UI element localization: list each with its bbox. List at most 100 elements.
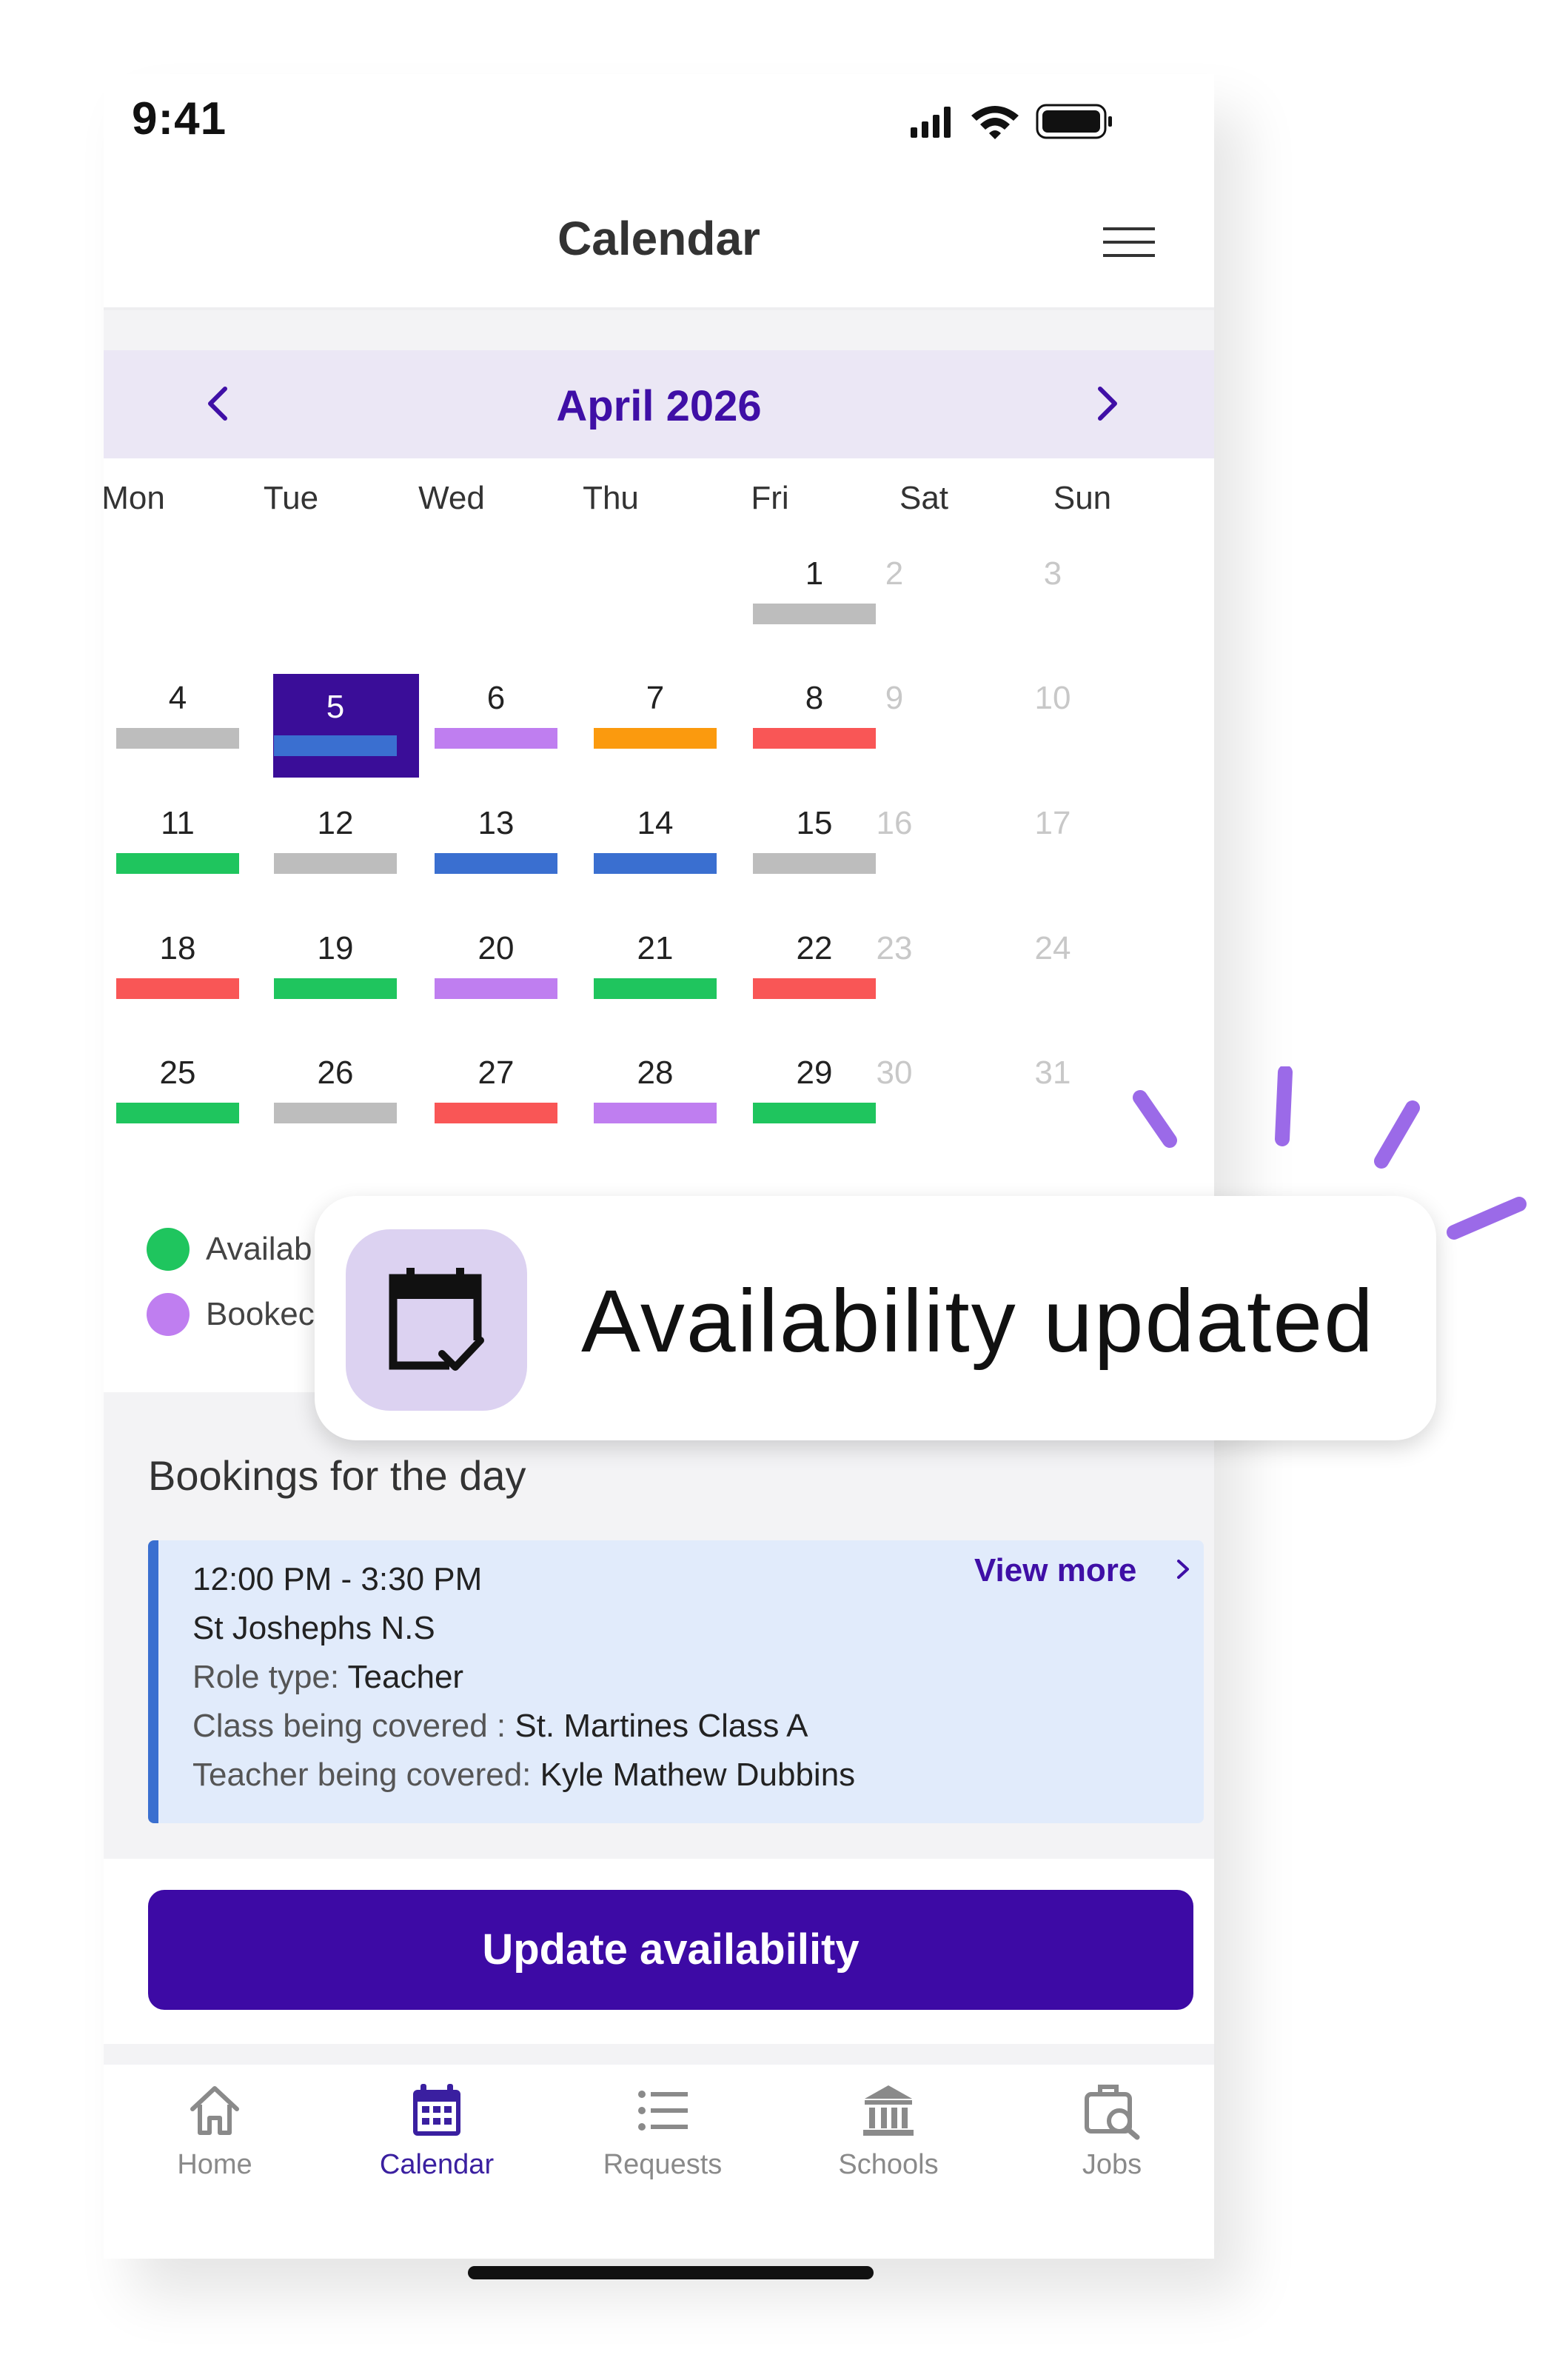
day-status-bar bbox=[274, 978, 397, 999]
booking-time: 12:00 PM - 3:30 PM bbox=[192, 1561, 483, 1597]
day-status-bar bbox=[435, 978, 557, 999]
class-value: St. Martines Class A bbox=[515, 1708, 808, 1744]
teacher-value: Kyle Mathew Dubbins bbox=[540, 1757, 856, 1793]
tab-calendar[interactable]: Calendar bbox=[341, 2081, 533, 2181]
tab-requests[interactable]: Requests bbox=[566, 2081, 759, 2181]
day-9[interactable]: 9 bbox=[820, 680, 968, 717]
calendar-icon bbox=[413, 2084, 460, 2136]
app-header: Calendar bbox=[104, 178, 1214, 307]
battery-icon bbox=[1036, 104, 1112, 139]
tab-calendar-label: Calendar bbox=[379, 2149, 495, 2180]
school-icon bbox=[863, 2085, 914, 2136]
update-availability-button[interactable]: Update availability bbox=[148, 1890, 1193, 2010]
day-status-bar bbox=[116, 1103, 239, 1123]
month-label: April 2026 bbox=[556, 382, 762, 430]
day-4[interactable]: 4 bbox=[104, 680, 252, 717]
day-20[interactable]: 20 bbox=[422, 930, 570, 967]
day-30[interactable]: 30 bbox=[820, 1055, 968, 1092]
day-23[interactable]: 23 bbox=[820, 930, 968, 967]
day-28[interactable]: 28 bbox=[581, 1055, 729, 1092]
signal-icon bbox=[911, 107, 951, 138]
weekday-header-sat: Sat bbox=[899, 480, 949, 516]
tab-jobs[interactable]: Jobs bbox=[1016, 2081, 1208, 2181]
day-status-bar bbox=[753, 978, 876, 999]
role-label: Role type: bbox=[192, 1659, 340, 1695]
day-24[interactable]: 24 bbox=[979, 930, 1127, 967]
day-status-bar bbox=[594, 1103, 717, 1123]
day-status-bar bbox=[594, 978, 717, 999]
booking-teacher: Teacher being covered: Kyle Mathew Dubbi… bbox=[192, 1757, 855, 1794]
page-title: Calendar bbox=[557, 212, 760, 265]
legend-label: Bookec bbox=[206, 1296, 315, 1332]
day-19[interactable]: 19 bbox=[261, 930, 409, 967]
day-21[interactable]: 21 bbox=[581, 930, 729, 967]
day-status-bar bbox=[594, 853, 717, 874]
toast-icon-container bbox=[346, 1229, 527, 1411]
day-12[interactable]: 12 bbox=[261, 805, 409, 842]
day-7[interactable]: 7 bbox=[581, 680, 729, 717]
day-status-bar bbox=[116, 978, 239, 999]
teacher-label: Teacher being covered: bbox=[192, 1757, 532, 1793]
day-2[interactable]: 2 bbox=[820, 555, 968, 592]
booking-role: Role type: Teacher bbox=[192, 1659, 463, 1696]
view-more-link[interactable]: View more bbox=[974, 1552, 1136, 1589]
wifi-icon bbox=[971, 106, 1019, 139]
tab-schools[interactable]: Schools bbox=[792, 2081, 985, 2181]
legend-dot bbox=[147, 1228, 190, 1271]
role-value: Teacher bbox=[347, 1659, 464, 1695]
day-status-bar bbox=[594, 728, 717, 749]
day-status-bar bbox=[753, 853, 876, 874]
tab-requests-label: Requests bbox=[603, 2149, 723, 2180]
day-status-bar bbox=[753, 1103, 876, 1123]
day-6[interactable]: 6 bbox=[422, 680, 570, 717]
jobs-icon bbox=[1085, 2085, 1140, 2140]
weekday-header-wed: Wed bbox=[418, 480, 485, 516]
day-status-bar bbox=[753, 728, 876, 749]
day-18[interactable]: 18 bbox=[104, 930, 252, 967]
weekday-header-mon: Mon bbox=[101, 480, 165, 516]
header-divider bbox=[104, 307, 1214, 353]
home-indicator bbox=[468, 2266, 874, 2279]
tab-home[interactable]: Home bbox=[118, 2081, 311, 2181]
month-navigator: April 2026 bbox=[104, 350, 1214, 458]
day-13[interactable]: 13 bbox=[422, 805, 570, 842]
bookings-title: Bookings for the day bbox=[148, 1452, 526, 1499]
day-status-bar bbox=[274, 1103, 397, 1123]
day-25[interactable]: 25 bbox=[104, 1055, 252, 1092]
booking-school: St Joshephs N.S bbox=[192, 1610, 435, 1646]
day-17[interactable]: 17 bbox=[979, 805, 1127, 842]
day-status-bar bbox=[753, 604, 876, 624]
weekday-header-thu: Thu bbox=[583, 480, 639, 516]
day-5[interactable]: 5 bbox=[261, 689, 409, 726]
weekday-header-sun: Sun bbox=[1053, 480, 1112, 516]
day-status-bar bbox=[116, 853, 239, 874]
day-status-bar bbox=[435, 728, 557, 749]
status-icons bbox=[911, 104, 1112, 139]
weekday-header-fri: Fri bbox=[751, 480, 789, 516]
status-time: 9:41 bbox=[132, 93, 227, 144]
tab-schools-label: Schools bbox=[838, 2149, 939, 2180]
day-14[interactable]: 14 bbox=[581, 805, 729, 842]
bookings-section: Bookings for the day 12:00 PM - 3:30 PM … bbox=[104, 1392, 1214, 1859]
day-10[interactable]: 10 bbox=[979, 680, 1127, 717]
day-26[interactable]: 26 bbox=[261, 1055, 409, 1092]
menu-icon[interactable] bbox=[1103, 226, 1155, 258]
day-31[interactable]: 31 bbox=[979, 1055, 1127, 1092]
sparkle-decoration-icon bbox=[1133, 1066, 1527, 1240]
day-3[interactable]: 3 bbox=[979, 555, 1127, 592]
tab-home-label: Home bbox=[177, 2149, 252, 2180]
day-27[interactable]: 27 bbox=[422, 1055, 570, 1092]
day-status-bar bbox=[435, 1103, 557, 1123]
booking-class: Class being covered : St. Martines Class… bbox=[192, 1708, 808, 1745]
day-11[interactable]: 11 bbox=[104, 805, 252, 842]
chevron-right-icon[interactable] bbox=[1174, 1557, 1192, 1582]
day-status-bar bbox=[274, 853, 397, 874]
day-16[interactable]: 16 bbox=[820, 805, 968, 842]
booking-card[interactable]: 12:00 PM - 3:30 PM St Joshephs N.S Role … bbox=[148, 1540, 1204, 1823]
home-icon bbox=[190, 2086, 239, 2135]
chevron-right-icon[interactable] bbox=[1088, 381, 1125, 426]
legend-label: Availab bbox=[206, 1231, 312, 1267]
day-status-bar bbox=[116, 728, 239, 749]
list-icon bbox=[638, 2091, 688, 2131]
day-status-bar bbox=[274, 735, 397, 756]
